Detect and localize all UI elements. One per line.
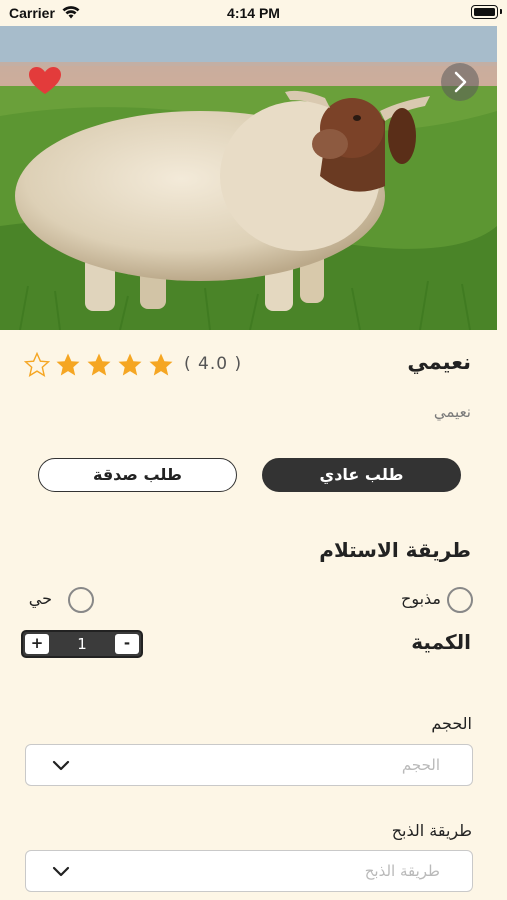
sheep-illustration — [0, 26, 497, 330]
normal-order-button[interactable]: طلب عادي — [262, 458, 461, 492]
radio-button[interactable] — [447, 587, 473, 613]
chevron-down-icon — [52, 866, 70, 877]
radio-label-slaughtered: مذبوح — [400, 589, 441, 608]
radio-slaughtered[interactable]: مذبوح — [385, 587, 475, 613]
product-image — [0, 26, 497, 330]
star-icon — [87, 353, 111, 376]
slaughter-method-select[interactable]: طريقة الذبح — [25, 850, 473, 892]
next-image-button[interactable] — [441, 63, 479, 101]
chevron-down-icon — [52, 760, 70, 771]
favorite-button[interactable] — [28, 66, 62, 96]
quantity-value: 1 — [77, 635, 87, 653]
clock: 4:14 PM — [227, 5, 280, 21]
delivery-method-title: طريقة الاستلام — [319, 538, 471, 562]
rating-stars — [24, 352, 176, 380]
product-title: نعيمي — [407, 350, 471, 374]
chevron-right-icon — [454, 71, 467, 93]
size-placeholder: الحجم — [401, 756, 440, 774]
star-icon — [24, 352, 50, 377]
battery-icon — [471, 5, 502, 19]
star-icon — [118, 353, 142, 376]
slaughter-method-label: طريقة الذبح — [391, 821, 472, 840]
product-subtitle: نعيمي — [433, 403, 471, 421]
quantity-stepper[interactable]: + 1 - — [21, 630, 143, 658]
quantity-title: الكمية — [411, 630, 471, 654]
radio-label-alive: حي — [28, 589, 52, 608]
status-bar: Carrier 4:14 PM — [0, 0, 507, 26]
star-icon — [56, 353, 80, 376]
radio-alive[interactable]: حي — [24, 587, 96, 613]
radio-button[interactable] — [68, 587, 94, 613]
quantity-decrease-button[interactable]: - — [115, 634, 139, 654]
slaughter-method-placeholder: طريقة الذبح — [364, 862, 440, 880]
sadaqa-order-button[interactable]: طلب صدقة — [38, 458, 237, 492]
star-icon — [149, 353, 173, 376]
size-select[interactable]: الحجم — [25, 744, 473, 786]
quantity-increase-button[interactable]: + — [25, 634, 49, 654]
rating-value: ( 4.0 ) — [184, 354, 243, 374]
size-label: الحجم — [431, 714, 472, 733]
heart-icon — [29, 67, 61, 94]
